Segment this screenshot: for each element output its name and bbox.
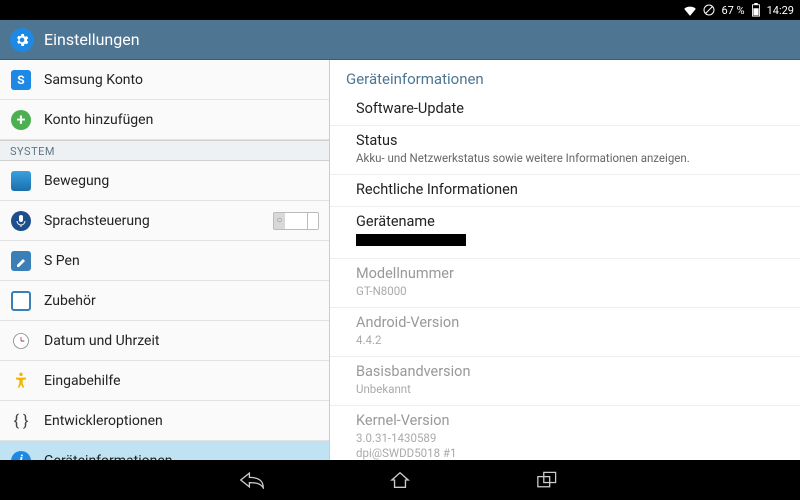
sidebar-item-label: Eingabehilfe <box>44 373 319 389</box>
sidebar-item-accessibility[interactable]: Eingabehilfe <box>0 361 329 401</box>
detail-item-android-version: Android-Version 4.4.2 <box>330 308 800 357</box>
home-button[interactable] <box>386 466 414 494</box>
sidebar-item-s-pen[interactable]: S Pen <box>0 241 329 281</box>
sidebar-item-label: S Pen <box>44 253 319 269</box>
motion-icon <box>10 170 32 192</box>
recent-apps-button[interactable] <box>534 466 562 494</box>
add-account-icon: + <box>10 109 32 131</box>
detail-primary: Rechtliche Informationen <box>356 181 784 198</box>
detail-item-kernel-version: Kernel-Version 3.0.31-1430589 dpi@SWDD50… <box>330 406 800 460</box>
sidebar-item-label: Entwickleroptionen <box>44 413 319 429</box>
settings-icon <box>10 28 34 52</box>
detail-secondary: GT-N8000 <box>356 284 784 299</box>
sidebar-item-voice-control[interactable]: Sprachsteuerung ○ <box>0 201 329 241</box>
sidebar-item-developer-options[interactable]: { } Entwickleroptionen <box>0 401 329 441</box>
sidebar-item-date-time[interactable]: Datum und Uhrzeit <box>0 321 329 361</box>
battery-icon <box>751 3 761 17</box>
sidebar-item-add-account[interactable]: + Konto hinzufügen <box>0 100 329 140</box>
settings-sidebar: S Samsung Konto + Konto hinzufügen SYSTE… <box>0 60 330 460</box>
sidebar-item-accessory[interactable]: Zubehör <box>0 281 329 321</box>
detail-primary: Gerätename <box>356 213 784 230</box>
clock: 14:29 <box>767 4 794 17</box>
detail-item-legal-info[interactable]: Rechtliche Informationen <box>330 175 800 207</box>
detail-item-software-update[interactable]: Software-Update <box>330 94 800 126</box>
developer-options-icon: { } <box>10 410 32 432</box>
status-bar: 67 % 14:29 <box>0 0 800 20</box>
sidebar-item-label: Sprachsteuerung <box>44 213 261 229</box>
sidebar-item-label: Samsung Konto <box>44 72 319 88</box>
detail-item-device-name[interactable]: Gerätename <box>330 207 800 259</box>
detail-secondary: 4.4.2 <box>356 333 784 348</box>
sidebar-item-label: Bewegung <box>44 173 319 189</box>
sidebar-item-device-info[interactable]: i Geräteinformationen <box>0 441 329 460</box>
sidebar-item-label: Geräteinformationen <box>44 453 319 461</box>
detail-item-baseband-version: Basisbandversion Unbekannt <box>330 357 800 406</box>
battery-percent: 67 % <box>721 4 744 17</box>
detail-header: Geräteinformationen <box>330 60 800 94</box>
detail-secondary: Akku- und Netzwerkstatus sowie weitere I… <box>356 151 784 166</box>
voice-control-toggle[interactable]: ○ <box>273 212 319 230</box>
sidebar-item-samsung-account[interactable]: S Samsung Konto <box>0 60 329 100</box>
sidebar-item-label: Zubehör <box>44 293 319 309</box>
voice-control-icon <box>10 210 32 232</box>
device-name-redacted <box>356 234 466 246</box>
detail-primary: Android-Version <box>356 314 784 331</box>
sidebar-item-motion[interactable]: Bewegung <box>0 161 329 201</box>
detail-secondary: Unbekannt <box>356 382 784 397</box>
page-title: Einstellungen <box>44 30 140 49</box>
action-bar: Einstellungen <box>0 20 800 60</box>
info-icon: i <box>10 450 32 461</box>
detail-primary: Software-Update <box>356 100 784 117</box>
detail-primary: Modellnummer <box>356 265 784 282</box>
detail-pane: Geräteinformationen Software-Update Stat… <box>330 60 800 460</box>
detail-item-model-number: Modellnummer GT-N8000 <box>330 259 800 308</box>
detail-primary: Status <box>356 132 784 149</box>
sidebar-section-system: SYSTEM <box>0 140 329 161</box>
accessory-icon <box>10 290 32 312</box>
s-pen-icon <box>10 250 32 272</box>
sidebar-item-label: Datum und Uhrzeit <box>44 333 319 349</box>
accessibility-icon <box>10 370 32 392</box>
detail-primary: Basisbandversion <box>356 363 784 380</box>
no-sim-icon <box>703 4 715 16</box>
navigation-bar <box>0 460 800 500</box>
detail-secondary: 3.0.31-1430589 dpi@SWDD5018 #1 Wed Apr 2… <box>356 431 784 460</box>
detail-item-status[interactable]: Status Akku- und Netzwerkstatus sowie we… <box>330 126 800 175</box>
samsung-account-icon: S <box>10 69 32 91</box>
back-button[interactable] <box>238 466 266 494</box>
wifi-icon <box>683 4 697 16</box>
sidebar-item-label: Konto hinzufügen <box>44 112 319 128</box>
clock-icon <box>10 330 32 352</box>
detail-primary: Kernel-Version <box>356 412 784 429</box>
